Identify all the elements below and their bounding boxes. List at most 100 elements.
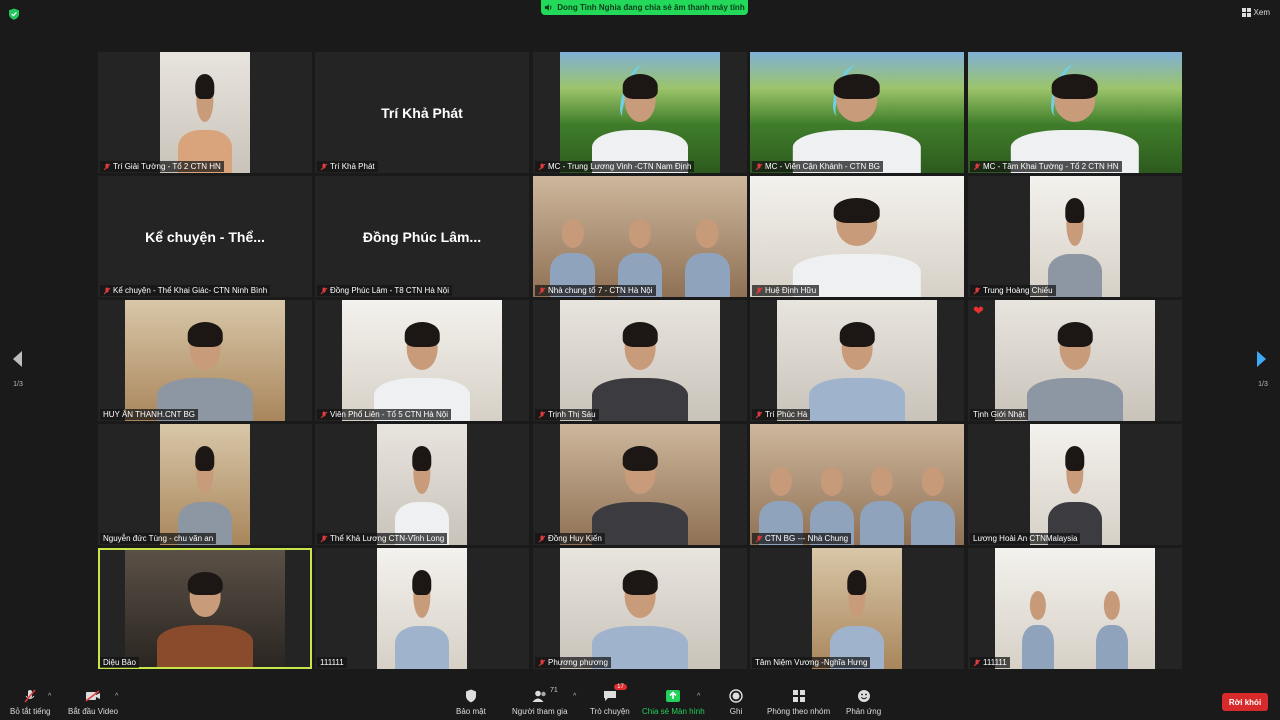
participant-name-label: Diệu Bảo	[100, 657, 139, 668]
participant-name-label: CTN BG --- Nhà Chung	[752, 533, 852, 544]
grid-view-icon	[1241, 8, 1251, 17]
view-label: Xem	[1253, 8, 1270, 17]
chat-icon	[603, 691, 616, 701]
participant-display-name: Kể chuyện - Thể...	[145, 228, 265, 245]
participant-tile[interactable]: Huệ Định Hữu	[750, 176, 964, 297]
participant-tile[interactable]: Nhà chung tổ 7 - CTN Hà Nội	[533, 176, 747, 297]
participant-tile[interactable]: 111111	[968, 548, 1182, 669]
leave-meeting-button[interactable]: Rời khỏi	[1222, 693, 1268, 711]
mic-muted-icon	[103, 163, 111, 170]
participants-label: Người tham gia	[512, 707, 568, 716]
mic-muted-icon	[755, 163, 763, 170]
audio-options-caret[interactable]: ^	[48, 693, 51, 700]
mic-muted-icon	[755, 411, 763, 418]
participant-tile[interactable]: Phương phương	[533, 548, 747, 669]
unmute-button[interactable]: Bỏ tắt tiếng	[10, 689, 50, 716]
previous-page[interactable]: 1/3	[11, 350, 25, 388]
security-label: Bảo mật	[456, 707, 486, 716]
participant-tile-active-speaker[interactable]: Diệu Bảo	[98, 548, 312, 669]
share-screen-icon	[666, 690, 681, 702]
participant-name-label: HUY ÂN THANH.CNT BG	[100, 409, 199, 420]
participant-name-label: Trịnh Thị Sáu	[535, 409, 599, 420]
participant-tile[interactable]: Nguyễn đức Tùng - chu văn an	[98, 424, 312, 545]
participant-name-label: Tịnh Giới Nhật	[970, 409, 1028, 420]
view-button[interactable]: Xem	[1241, 8, 1270, 17]
participants-count: 71	[549, 687, 558, 694]
participant-tile[interactable]: Trịnh Thị Sáu	[533, 300, 747, 421]
participants-button[interactable]: 71 Người tham gia	[512, 687, 568, 716]
mic-muted-icon	[320, 411, 328, 418]
participant-video	[968, 52, 1182, 173]
participant-tile[interactable]: Trí Khả Phát Trí Khả Phát	[315, 52, 529, 173]
start-video-button[interactable]: Bắt đầu Video	[68, 689, 118, 716]
participants-options-caret[interactable]: ^	[573, 693, 576, 700]
security-button[interactable]: Bảo mật	[456, 689, 486, 716]
share-screen-button[interactable]: Chia sẻ Màn hình	[642, 689, 705, 716]
mic-muted-icon	[755, 535, 763, 542]
page-indicator-right: 1/3	[1258, 381, 1268, 388]
participant-video	[160, 424, 250, 545]
participant-tile[interactable]: Trí Giải Tường - Tổ 2 CTN HN	[98, 52, 312, 173]
participant-tile[interactable]: Thể Khả Lương CTN-Vĩnh Long	[315, 424, 529, 545]
participant-tile[interactable]: Trung Hoàng Chiếu	[968, 176, 1182, 297]
participant-tile[interactable]: Kể chuyện - Thể... Kể chuyện - Thể Khai …	[98, 176, 312, 297]
participant-tile[interactable]: Lương Hoài An CTNMalaysia	[968, 424, 1182, 545]
mic-muted-icon	[538, 411, 546, 418]
participant-tile[interactable]: Đồng Phúc Lâm... Đồng Phúc Lâm - T8 CTN …	[315, 176, 529, 297]
mic-muted-icon	[320, 535, 328, 542]
next-page[interactable]: 1/3	[1256, 350, 1270, 388]
participant-video	[560, 548, 720, 669]
participant-name-label: Đồng Huy Kiến	[535, 533, 605, 544]
participant-name-label: MC - Viên Cận Khánh - CTN BG	[752, 161, 884, 172]
participant-video	[160, 52, 250, 173]
video-options-caret[interactable]: ^	[115, 693, 118, 700]
participant-tile[interactable]: CTN BG --- Nhà Chung	[750, 424, 964, 545]
participant-name-label: Lương Hoài An CTNMalaysia	[970, 533, 1081, 544]
page-indicator-left: 1/3	[13, 381, 23, 388]
speaker-icon	[545, 4, 552, 11]
share-options-caret[interactable]: ^	[697, 693, 700, 700]
record-label: Ghi	[729, 707, 743, 716]
participant-tile[interactable]: Tâm Niệm Vương -Nghĩa Hưng	[750, 548, 964, 669]
audio-share-banner[interactable]: Dong Tinh Nghia đang chia sẻ âm thanh má…	[541, 0, 748, 15]
participant-tile[interactable]: HUY ÂN THANH.CNT BG	[98, 300, 312, 421]
mic-muted-icon	[538, 287, 546, 294]
participant-name-label: Nhà chung tổ 7 - CTN Hà Nội	[535, 285, 656, 296]
chat-button[interactable]: 17 Trò chuyện	[590, 684, 630, 716]
participant-tile[interactable]: MC - Viên Cận Khánh - CTN BG	[750, 52, 964, 173]
participant-tile[interactable]: 111111	[315, 548, 529, 669]
participant-name-label: Nguyễn đức Tùng - chu văn an	[100, 533, 217, 544]
chevron-right-icon[interactable]	[1256, 350, 1268, 368]
participant-video	[560, 300, 720, 421]
participant-video	[777, 300, 937, 421]
mic-muted-icon	[973, 659, 981, 666]
mic-muted-icon	[538, 659, 546, 666]
security-shield-icon[interactable]	[8, 8, 20, 20]
heart-reaction-icon: ❤	[973, 303, 984, 318]
participant-name-label: Trí Giải Tường - Tổ 2 CTN HN	[100, 161, 224, 172]
participant-tile[interactable]: Trí Phúc Hà	[750, 300, 964, 421]
participant-tile[interactable]: ❤ Tịnh Giới Nhật	[968, 300, 1182, 421]
participant-tile[interactable]: Đồng Huy Kiến	[533, 424, 747, 545]
participant-video	[750, 424, 964, 545]
participant-video	[995, 548, 1155, 669]
participant-name-label: Tâm Niệm Vương -Nghĩa Hưng	[752, 657, 871, 668]
reactions-button[interactable]: Phản ứng	[846, 689, 881, 716]
participant-name-label: MC - Tâm Khai Tường - Tổ 2 CTN HN	[970, 161, 1122, 172]
participant-name-label: Kể chuyện - Thể Khai Giác- CTN Ninh Bình	[100, 285, 271, 296]
participant-name-label: Đồng Phúc Lâm - T8 CTN Hà Nội	[317, 285, 453, 296]
breakout-rooms-label: Phòng theo nhóm	[767, 707, 831, 716]
participant-tile[interactable]: MC - Trung Lương Vinh -CTN Nam Định	[533, 52, 747, 173]
participant-name-label: MC - Trung Lương Vinh -CTN Nam Định	[535, 161, 695, 172]
mic-muted-icon	[320, 287, 328, 294]
participant-tile[interactable]: Viên Phổ Liên - Tổ 5 CTN Hà Nội	[315, 300, 529, 421]
breakout-rooms-button[interactable]: Phòng theo nhóm	[767, 689, 830, 716]
participant-video	[560, 424, 720, 545]
mic-muted-icon	[538, 535, 546, 542]
participant-video	[125, 550, 285, 667]
chevron-left-icon[interactable]	[11, 350, 23, 368]
participant-name-label: Phương phương	[535, 657, 611, 668]
record-button[interactable]: Ghi	[728, 689, 744, 716]
mic-muted-icon	[973, 163, 981, 170]
participant-tile[interactable]: MC - Tâm Khai Tường - Tổ 2 CTN HN	[968, 52, 1182, 173]
